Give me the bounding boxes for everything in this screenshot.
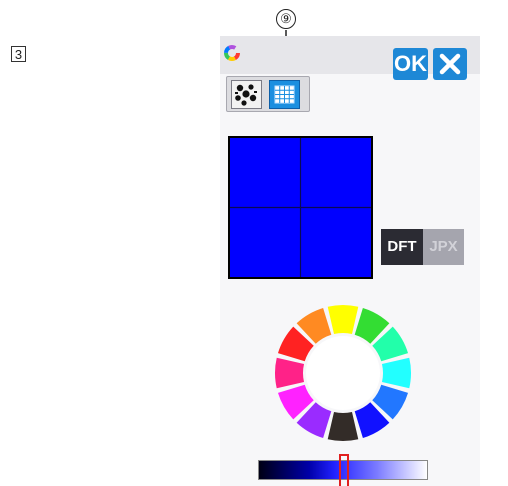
dft-palette-button[interactable]: DFT <box>381 229 423 265</box>
flower-pattern-icon <box>235 84 257 106</box>
ok-button[interactable]: OK <box>393 48 428 80</box>
grid-icon <box>274 85 295 104</box>
flower-pattern-button[interactable] <box>231 80 262 109</box>
preview-grid <box>230 138 371 277</box>
brightness-slider-handle[interactable] <box>339 454 349 486</box>
grid-button[interactable] <box>269 80 300 109</box>
close-button[interactable] <box>433 48 467 80</box>
step-number: 3 <box>11 46 26 62</box>
color-wheel-segment[interactable] <box>275 357 305 389</box>
color-ring-icon <box>224 45 240 61</box>
color-wheel-segment[interactable] <box>327 305 359 335</box>
color-editor-screen: OK DFT JPX <box>220 36 480 486</box>
color-wheel-center <box>306 336 380 410</box>
color-wheel-segment[interactable] <box>381 357 411 389</box>
color-wheel-segment[interactable] <box>327 411 359 441</box>
color-wheel[interactable] <box>220 298 480 448</box>
color-preview <box>228 136 373 279</box>
close-icon <box>439 53 461 75</box>
tool-group <box>226 76 310 112</box>
jpx-palette-button[interactable]: JPX <box>423 229 464 265</box>
callout-9: ⑨ <box>276 9 296 29</box>
